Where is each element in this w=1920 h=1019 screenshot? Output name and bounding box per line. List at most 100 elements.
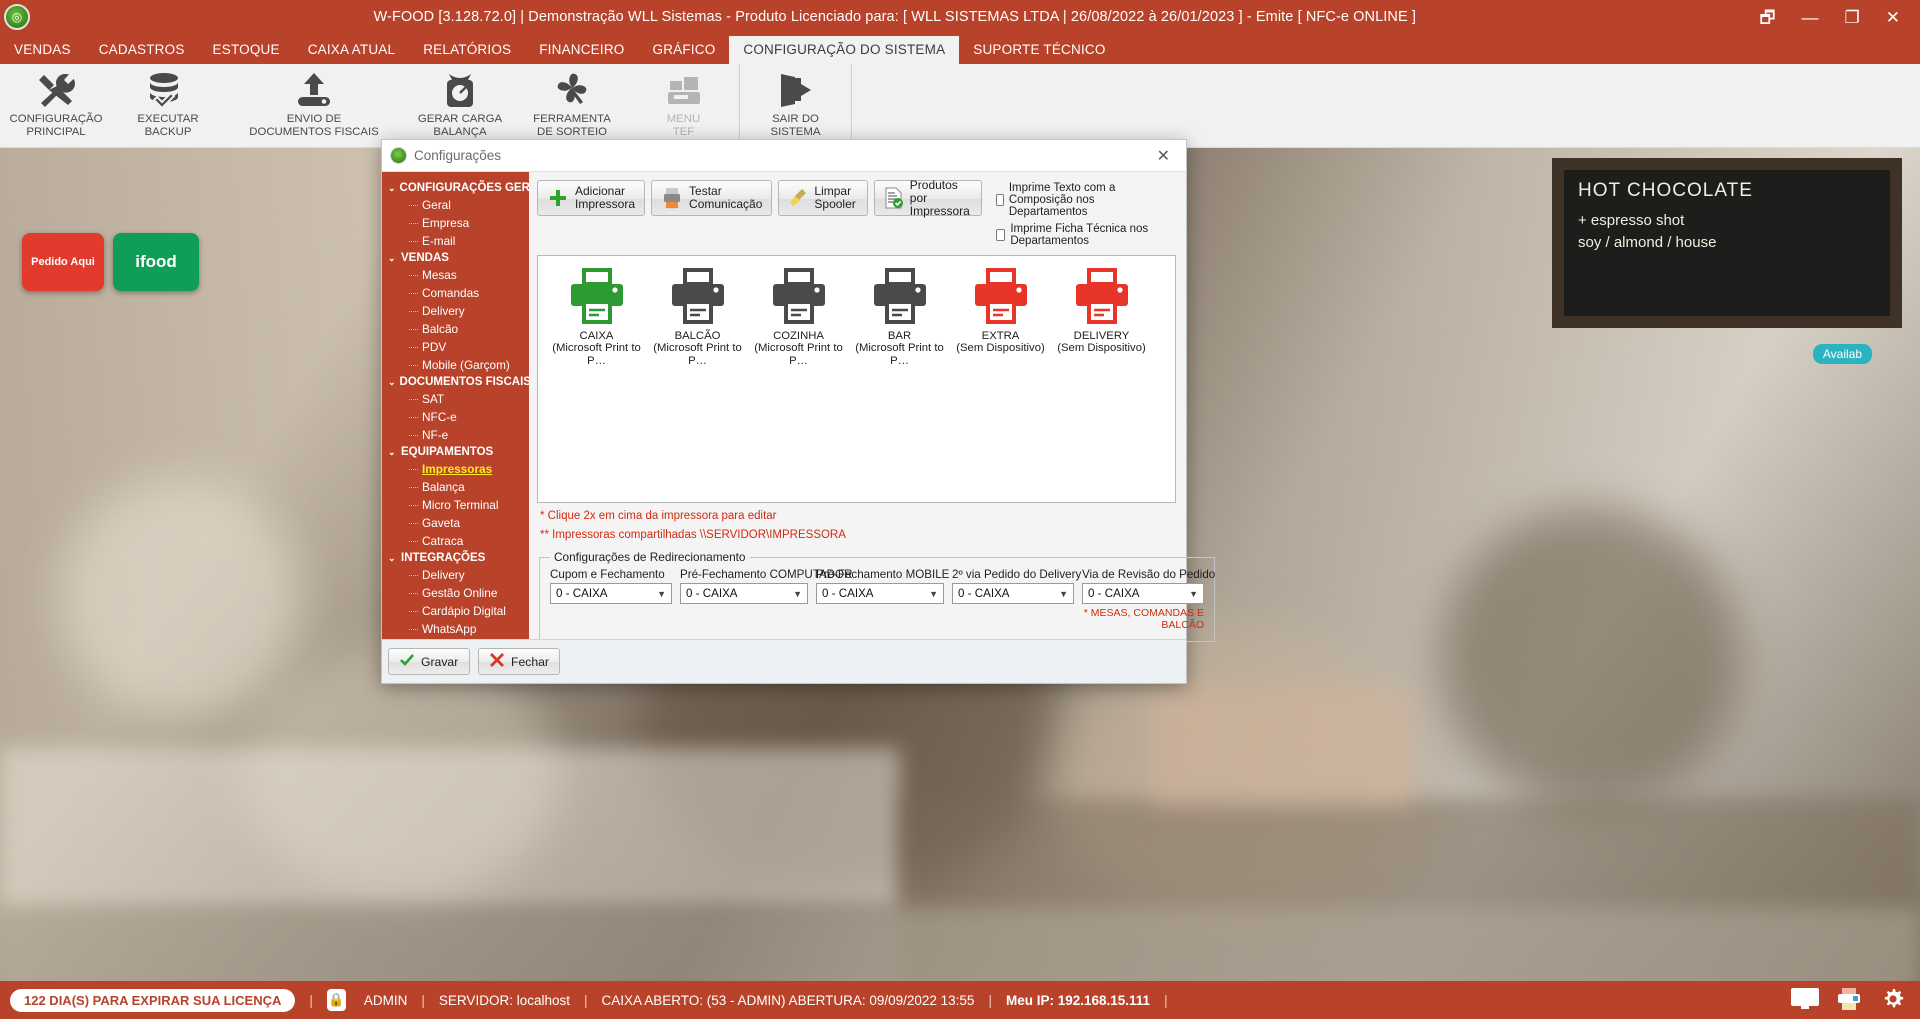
checkbox-icon[interactable] <box>995 229 1006 241</box>
select-cupom-e-fechamento[interactable]: 0 - CAIXA ▼ <box>550 583 672 604</box>
tree-item-pdv[interactable]: PDV <box>382 338 529 356</box>
select-value: 0 - CAIXA <box>958 587 1010 600</box>
products-per-printer-button[interactable]: Produtos por Impressora <box>873 178 982 217</box>
tree-item-delivery-vendas[interactable]: Delivery <box>382 302 529 320</box>
tree-item-impressoras[interactable]: Impressoras <box>382 460 529 478</box>
select-pre-fechamento-computador[interactable]: 0 - CAIXA ▼ <box>680 583 808 604</box>
tree-item-micro-terminal[interactable]: Micro Terminal <box>382 496 529 514</box>
ribbon-label: ENVIO DE DOCUMENTOS FISCAIS <box>249 113 379 138</box>
printer-item-cozinha[interactable]: COZINHA (Microsoft Print to P… <box>748 268 849 368</box>
tree-item-catraca[interactable]: Catraca <box>382 532 529 550</box>
menu-item-cadastros[interactable]: CADASTROS <box>85 36 199 64</box>
select-segunda-via-pedido-delivery[interactable]: 0 - CAIXA ▼ <box>952 583 1074 604</box>
menu-item-grafico[interactable]: GRÁFICO <box>639 36 730 64</box>
tree-group-vendas[interactable]: ⌄ VENDAS <box>382 250 529 266</box>
checkbox-imprime-texto-composicao[interactable]: Imprime Texto com a Composição nos Depar… <box>995 182 1176 218</box>
close-dialog-button[interactable]: Fechar <box>478 648 560 675</box>
menu-item-configuracao-do-sistema[interactable]: CONFIGURAÇÃO DO SISTEMA <box>729 36 960 64</box>
tree-label: EQUIPAMENTOS <box>401 446 494 458</box>
close-icon[interactable]: ✕ <box>1149 146 1178 166</box>
select-value: 0 - CAIXA <box>1088 587 1140 600</box>
menu-item-vendas[interactable]: VENDAS <box>0 36 85 64</box>
printer-item-delivery[interactable]: DELIVERY (Sem Dispositivo) <box>1051 268 1152 355</box>
select-pre-fechamento-mobile[interactable]: 0 - CAIXA ▼ <box>816 583 944 604</box>
ribbon-ferramenta-de-sorteio[interactable]: FERRAMENTA DE SORTEIO <box>516 64 628 148</box>
exit-door-icon <box>775 70 817 110</box>
menu-item-caixa-atual[interactable]: CAIXA ATUAL <box>294 36 410 64</box>
settings-logo-icon <box>390 147 407 164</box>
lock-icon[interactable]: 🔒 <box>326 989 346 1011</box>
menu-item-suporte-tecnico[interactable]: SUPORTE TÉCNICO <box>959 36 1119 64</box>
separator: | <box>988 992 992 1008</box>
menu-item-relatorios[interactable]: RELATÓRIOS <box>409 36 525 64</box>
maximize-window-button[interactable]: ❐ <box>1845 9 1860 26</box>
minimize-window-button[interactable]: — <box>1802 9 1819 26</box>
ribbon-gerar-carga-balanca[interactable]: GERAR CARGA BALANÇA <box>404 64 516 148</box>
tree-item-email[interactable]: E-mail <box>382 232 529 250</box>
ribbon-envio-documentos-fiscais[interactable]: ENVIO DE DOCUMENTOS FISCAIS <box>224 64 404 148</box>
check-green-icon <box>399 652 415 671</box>
window-titlebar: ◎ W-FOOD [3.128.72.0] | Demonstração WLL… <box>0 0 1920 34</box>
clear-spooler-label: Limpar Spooler <box>814 184 856 211</box>
monitor-icon[interactable] <box>1790 987 1820 1014</box>
tree-item-sat[interactable]: SAT <box>382 390 529 408</box>
printer-icon <box>1075 268 1128 324</box>
clear-spooler-button[interactable]: Limpar Spooler <box>778 180 868 216</box>
pedido-aqui-shortcut[interactable]: Pedido Aqui <box>22 233 104 291</box>
tree-item-geral[interactable]: Geral <box>382 196 529 214</box>
ribbon-configuracao-principal[interactable]: CONFIGURAÇÃO PRINCIPAL <box>0 64 112 148</box>
ifood-shortcut[interactable]: ifood <box>113 233 199 291</box>
ribbon-executar-backup[interactable]: EXECUTAR BACKUP <box>112 64 224 148</box>
checkbox-label: Imprime Texto com a Composição nos Depar… <box>1008 182 1116 218</box>
separator: | <box>583 992 588 1008</box>
tree-item-mobile-garcom[interactable]: Mobile (Garçom) <box>382 356 529 374</box>
chevron-down-icon: ⌄ <box>388 376 396 387</box>
tree-item-cardapio-digital[interactable]: Cardápio Digital <box>382 602 529 620</box>
chalkboard-sign: HOT CHOCOLATE + espresso shot soy / almo… <box>1552 158 1902 328</box>
printer-name: EXTRA <box>981 330 1020 342</box>
tree-group-documentos-fiscais[interactable]: ⌄ DOCUMENTOS FISCAIS <box>382 374 529 390</box>
broom-icon <box>788 186 808 210</box>
gear-icon[interactable] <box>1880 986 1906 1015</box>
tree-group-configuracoes-gerais[interactable]: ⌄CONFIGURAÇÕES GERAIS <box>382 180 529 196</box>
menu-item-financeiro[interactable]: FINANCEIRO <box>525 36 638 64</box>
test-communication-button[interactable]: Testar Comunicação <box>651 180 773 216</box>
close-window-button[interactable]: ✕ <box>1886 9 1900 26</box>
menu-item-estoque[interactable]: ESTOQUE <box>199 36 294 64</box>
tree-item-balcao[interactable]: Balcão <box>382 320 529 338</box>
ribbon-sair-do-sistema[interactable]: SAIR DO SISTEMA <box>740 64 852 148</box>
printer-item-balcao[interactable]: BALCÃO (Microsoft Print to P… <box>647 268 748 368</box>
add-printer-button[interactable]: Adicionar Impressora <box>537 180 646 216</box>
tree-item-nfe[interactable]: NF-e <box>382 426 529 444</box>
tree-group-integracoes[interactable]: ⌄ INTEGRAÇÕES <box>382 550 529 566</box>
restore-window-button[interactable]: 🗗 <box>1760 9 1776 26</box>
tree-item-gestao-online[interactable]: Gestão Online <box>382 584 529 602</box>
chalkboard-title: HOT CHOCOLATE <box>1578 180 1753 201</box>
save-button[interactable]: Gravar <box>388 648 470 675</box>
ribbon-menu-tef[interactable]: MENU TEF <box>628 64 740 148</box>
tree-item-delivery-integracoes[interactable]: Delivery <box>382 566 529 584</box>
checkbox-imprime-ficha-tecnica[interactable]: Imprime Ficha Técnica nos Departamentos <box>995 223 1176 247</box>
printer-item-caixa[interactable]: CAIXA (Microsoft Print to P… <box>546 268 647 368</box>
printer-item-extra[interactable]: EXTRA (Sem Dispositivo) <box>950 268 1051 355</box>
tree-item-nfce[interactable]: NFC-e <box>382 408 529 426</box>
field-label: Via de Revisão do Pedido <box>1082 568 1216 581</box>
tree-item-tef[interactable]: TEF <box>382 638 529 639</box>
tree-item-empresa[interactable]: Empresa <box>382 214 529 232</box>
tree-item-whatsapp[interactable]: WhatsApp <box>382 620 529 638</box>
status-tray <box>1790 986 1910 1015</box>
tree-label: DOCUMENTOS FISCAIS <box>399 376 529 388</box>
tree-item-gaveta[interactable]: Gaveta <box>382 514 529 532</box>
hint-double-click: * Clique 2x em cima da impressora para e… <box>540 510 777 522</box>
select-via-revisao-pedido[interactable]: 0 - CAIXA ▼ <box>1082 583 1204 604</box>
tree-item-mesas[interactable]: Mesas <box>382 266 529 284</box>
tree-item-comandas[interactable]: Comandas <box>382 284 529 302</box>
tree-group-equipamentos[interactable]: ⌄ EQUIPAMENTOS <box>382 444 529 460</box>
checkbox-icon[interactable] <box>995 194 1004 206</box>
printer-status-icon[interactable] <box>1836 987 1864 1014</box>
save-label: Gravar <box>421 654 459 669</box>
printer-name: CAIXA <box>579 330 614 342</box>
tree-item-balanca[interactable]: Balança <box>382 478 529 496</box>
printer-item-bar[interactable]: BAR (Microsoft Print to P… <box>849 268 950 368</box>
ribbon-label: GERAR CARGA BALANÇA <box>417 113 503 138</box>
